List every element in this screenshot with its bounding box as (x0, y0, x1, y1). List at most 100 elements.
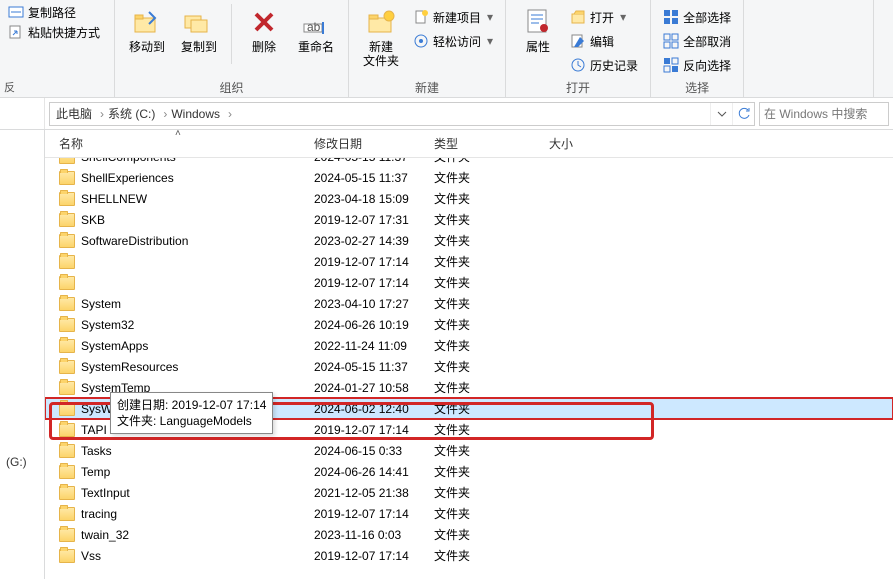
file-date: 2024-06-15 0:33 (314, 444, 402, 458)
properties-label: 属性 (526, 40, 550, 54)
new-folder-icon (365, 6, 397, 38)
file-date: 2019-12-07 17:14 (314, 549, 409, 563)
file-name: Tasks (81, 444, 112, 458)
folder-icon (59, 318, 75, 332)
invert-selection-button[interactable]: 反向选择 (659, 54, 735, 76)
table-row[interactable]: twain_322023-11-16 0:03文件夹 (45, 524, 893, 545)
nav-pane[interactable]: (G:) (0, 130, 45, 579)
folder-icon (59, 528, 75, 542)
table-row[interactable]: tracing2019-12-07 17:14文件夹 (45, 503, 893, 524)
chevron-right-icon[interactable]: › (224, 107, 236, 121)
table-row[interactable]: System2023-04-10 17:27文件夹 (45, 293, 893, 314)
path-icon (8, 4, 24, 20)
table-row[interactable]: Temp2024-06-26 14:41文件夹 (45, 461, 893, 482)
column-name[interactable]: 名称 (59, 130, 314, 157)
shortcut-icon (8, 24, 24, 40)
edit-button[interactable]: 编辑 (566, 30, 642, 52)
folder-icon (59, 423, 75, 437)
search-input[interactable]: 在 Windows 中搜索 (759, 102, 889, 126)
history-icon (570, 57, 586, 73)
new-folder-button[interactable]: 新建 文件夹 (357, 4, 405, 68)
file-type: 文件夹 (434, 253, 470, 270)
file-date: 2019-12-07 17:14 (314, 255, 409, 269)
table-row[interactable]: SKB2019-12-07 17:31文件夹 (45, 209, 893, 230)
new-item-button[interactable]: 新建项目▾ (409, 6, 497, 28)
rename-button[interactable]: ab 重命名 (292, 4, 340, 54)
breadcrumb-dropdown[interactable] (710, 103, 732, 125)
copy-to-button[interactable]: 复制到 (175, 4, 223, 54)
file-type: 文件夹 (434, 158, 470, 165)
file-type: 文件夹 (434, 316, 470, 333)
table-row[interactable]: SystemResources2024-05-15 11:37文件夹 (45, 356, 893, 377)
side-drive-label[interactable]: (G:) (6, 455, 27, 469)
file-date: 2024-06-26 10:19 (314, 318, 409, 332)
file-date: 2019-12-07 17:14 (314, 423, 409, 437)
table-row[interactable]: TextInput2021-12-05 21:38文件夹 (45, 482, 893, 503)
easy-access-label: 轻松访问 (433, 33, 481, 50)
table-row[interactable]: SystemApps2022-11-24 11:09文件夹 (45, 335, 893, 356)
file-type: 文件夹 (434, 274, 470, 291)
file-name: System32 (81, 318, 134, 332)
breadcrumb-folder[interactable]: Windows› (171, 107, 236, 121)
sort-indicator-icon: ˄ (175, 128, 181, 139)
group-organize-label: 组织 (219, 77, 243, 98)
file-date: 2024-06-26 14:41 (314, 465, 409, 479)
column-date[interactable]: 修改日期 (314, 130, 434, 157)
breadcrumb-pc[interactable]: 此电脑› (56, 105, 108, 122)
breadcrumb-drive[interactable]: 系统 (C:)› (108, 105, 171, 122)
table-row[interactable]: Tasks2024-06-15 0:33文件夹 (45, 440, 893, 461)
column-size[interactable]: 大小 (549, 130, 629, 157)
delete-button[interactable]: 删除 (240, 4, 288, 54)
table-row[interactable]: 2019-12-07 17:14 文件夹 (45, 251, 893, 272)
open-button[interactable]: 打开▾ (566, 6, 642, 28)
delete-label: 删除 (252, 40, 276, 54)
table-row[interactable]: Vss2019-12-07 17:14文件夹 (45, 545, 893, 566)
table-row[interactable]: System32 2024-06-26 10:19 文件夹 (45, 314, 893, 335)
copy-path-button[interactable]: 复制路径 (4, 2, 110, 22)
paste-shortcut-button[interactable]: 粘贴快捷方式 (4, 22, 110, 42)
rename-icon: ab (300, 6, 332, 38)
file-name: tracing (81, 507, 117, 521)
file-type: 文件夹 (434, 295, 470, 312)
file-type: 文件夹 (434, 400, 470, 417)
select-all-icon (663, 9, 679, 25)
file-date: 2024-05-15 11:37 (314, 171, 408, 185)
easy-access-button[interactable]: 轻松访问▾ (409, 30, 497, 52)
table-row[interactable]: 2019-12-07 17:14文件夹 (45, 272, 893, 293)
file-type: 文件夹 (434, 526, 470, 543)
new-folder-label: 新建 文件夹 (363, 40, 399, 68)
history-button[interactable]: 历史记录 (566, 54, 642, 76)
rename-label: 重命名 (298, 40, 334, 54)
table-row[interactable]: SoftwareDistribution2023-02-27 14:39文件夹 (45, 230, 893, 251)
table-row[interactable]: SHELLNEW2023-04-18 15:09文件夹 (45, 188, 893, 209)
file-type: 文件夹 (434, 484, 470, 501)
select-none-icon (663, 33, 679, 49)
file-name: SKB (81, 213, 105, 227)
chevron-right-icon[interactable]: › (159, 107, 171, 121)
rows-container: ShellComponents2024-05-15 11:37文件夹ShellE… (45, 158, 893, 566)
breadcrumb[interactable]: 此电脑› 系统 (C:)› Windows› (49, 102, 755, 126)
file-name: Temp (81, 465, 110, 479)
open-icon (570, 9, 586, 25)
file-name: SHELLNEW (81, 192, 147, 206)
column-type[interactable]: 类型 (434, 130, 549, 157)
ribbon-collapse[interactable] (873, 0, 893, 98)
copy-path-label: 复制路径 (28, 4, 76, 21)
refresh-button[interactable] (732, 103, 754, 125)
select-all-button[interactable]: 全部选择 (659, 6, 735, 28)
file-name: System (81, 297, 121, 311)
chevron-right-icon[interactable]: › (96, 107, 108, 121)
copy-to-icon (183, 6, 215, 38)
history-label: 历史记录 (590, 57, 638, 74)
table-row[interactable]: ShellComponents2024-05-15 11:37文件夹 (45, 158, 893, 167)
move-to-button[interactable]: 移动到 (123, 4, 171, 54)
open-label: 打开 (590, 9, 614, 26)
folder-icon (59, 192, 75, 206)
properties-button[interactable]: 属性 (514, 4, 562, 54)
folder-icon (59, 549, 75, 563)
select-none-button[interactable]: 全部取消 (659, 30, 735, 52)
easy-access-icon (413, 33, 429, 49)
table-row[interactable]: ShellExperiences2024-05-15 11:37文件夹 (45, 167, 893, 188)
select-all-label: 全部选择 (683, 9, 731, 26)
folder-icon (59, 381, 75, 395)
